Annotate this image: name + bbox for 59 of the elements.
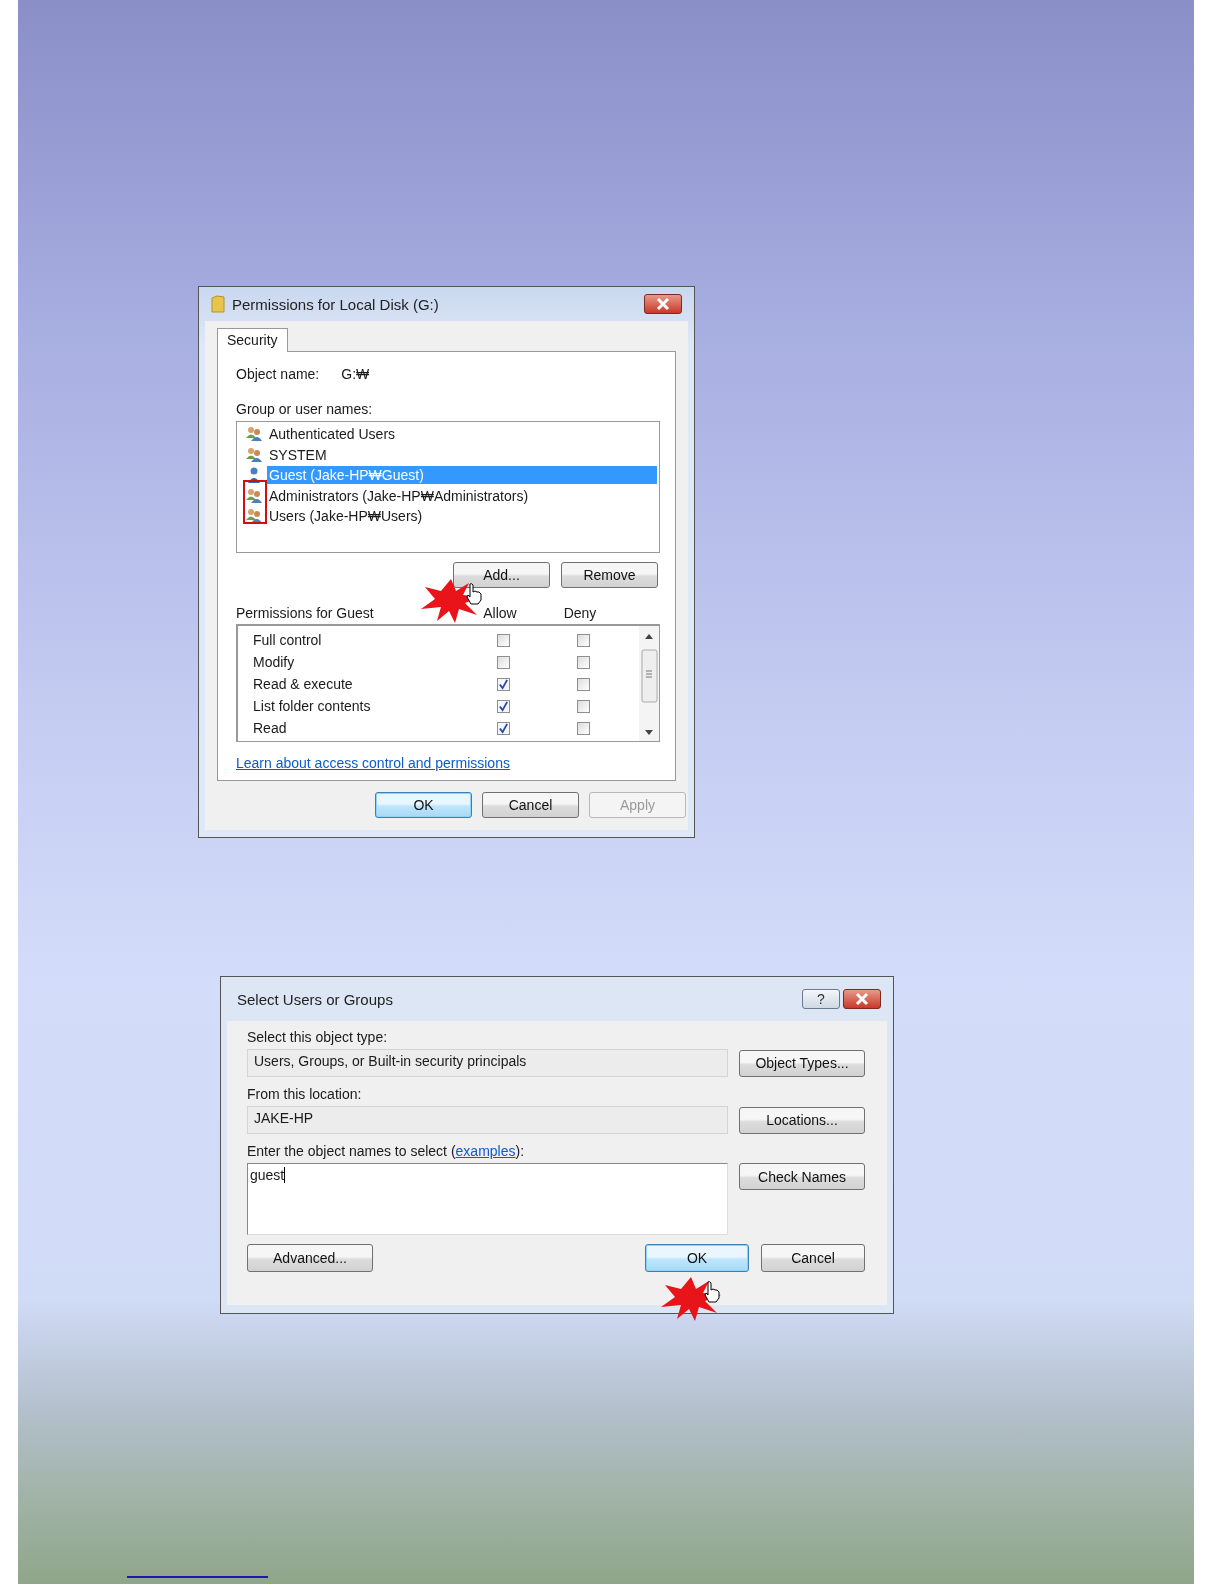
deny-checkbox[interactable] (576, 677, 590, 691)
permission-name: Read & execute (253, 676, 354, 692)
users-icon (245, 446, 263, 463)
location-label: From this location: (247, 1086, 363, 1102)
group-item[interactable]: Users (Jake-HP₩Users) (267, 507, 657, 526)
deny-checkbox[interactable] (576, 655, 590, 669)
object-names-label: Enter the object names to select (examples): (247, 1143, 525, 1159)
tab[interactable]: Security (217, 328, 288, 352)
users-icon (245, 508, 263, 525)
object-name-value: G:₩ (341, 366, 370, 382)
dialog-button[interactable]: Cancel (761, 1244, 865, 1272)
permission-name: Full control (253, 632, 323, 648)
allow-checkbox[interactable] (496, 677, 510, 691)
location-field: JAKE-HP (247, 1106, 728, 1134)
dialog-button[interactable]: OK (645, 1244, 749, 1272)
dialog-button[interactable]: Cancel (482, 792, 579, 818)
object-type-field: Users, Groups, or Built-in security principals (247, 1049, 728, 1077)
group-list-label: Group or user names: (236, 401, 374, 417)
help-button[interactable]: ? (802, 989, 840, 1009)
scrollbar[interactable] (639, 626, 659, 741)
users-icon (245, 487, 263, 504)
locations-button[interactable]: Locations... (739, 1106, 865, 1134)
group-item[interactable]: SYSTEM (267, 445, 657, 464)
check-names-button[interactable]: Check Names (739, 1163, 865, 1190)
add-button[interactable]: Add... (453, 562, 550, 588)
close-button[interactable] (644, 294, 682, 314)
permissions-label: Permissions for Guest (236, 605, 375, 621)
deny-checkbox[interactable] (576, 721, 590, 735)
column-header: Deny (562, 605, 598, 621)
help-link[interactable]: Learn about access control and permissions (236, 755, 510, 771)
allow-checkbox[interactable] (496, 633, 510, 647)
dialog-button[interactable]: OK (375, 792, 472, 818)
examples-link[interactable]: examples (455, 1143, 516, 1159)
hand-cursor-icon (465, 583, 483, 605)
permission-name: List folder contents (253, 698, 372, 714)
group-item[interactable]: Administrators (Jake-HP₩Administrators) (267, 486, 657, 505)
allow-checkbox[interactable] (496, 655, 510, 669)
allow-checkbox[interactable] (496, 699, 510, 713)
permission-name: Read (253, 720, 288, 736)
permission-name: Modify (253, 654, 296, 670)
deny-checkbox[interactable] (576, 633, 590, 647)
deny-checkbox[interactable] (576, 699, 590, 713)
object-name-label: Object name: (236, 366, 320, 382)
user-icon (245, 467, 263, 484)
object-names-field[interactable]: guest (247, 1163, 728, 1235)
object-type-label: Select this object type: (247, 1029, 389, 1045)
group-item[interactable]: Authenticated Users (267, 425, 657, 444)
advanced-button[interactable]: Advanced... (247, 1244, 373, 1272)
highlight-frame (243, 480, 267, 524)
hand-cursor-icon (703, 1281, 721, 1303)
allow-checkbox[interactable] (496, 721, 510, 735)
folder-icon (211, 295, 225, 313)
window-title: Select Users or Groups (237, 990, 394, 1008)
close-button[interactable] (843, 989, 881, 1009)
window-title: Permissions for Local Disk (G:) (232, 295, 440, 313)
object-types-button[interactable]: Object Types... (739, 1049, 865, 1077)
users-icon (245, 426, 263, 443)
remove-button[interactable]: Remove (561, 562, 658, 588)
column-header: Allow (482, 605, 518, 621)
